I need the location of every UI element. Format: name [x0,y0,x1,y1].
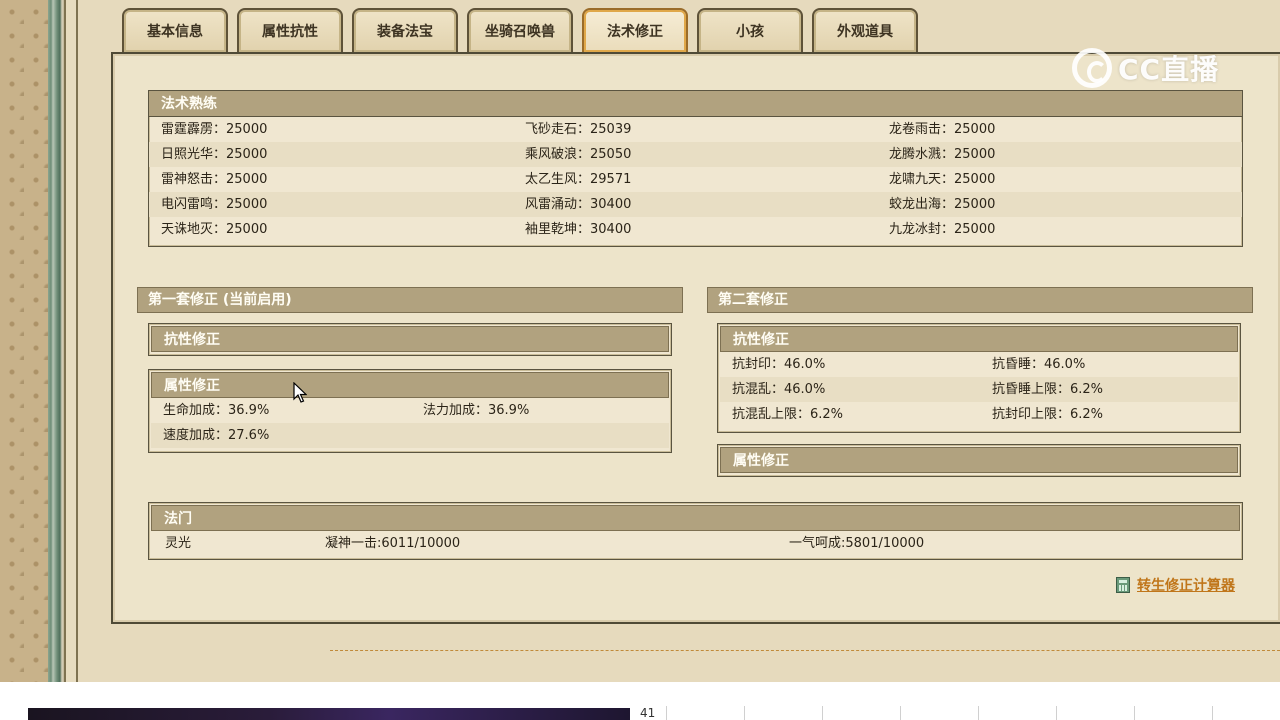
attr-entry: 法力加成：36.9% [423,403,530,418]
mouse-cursor-icon [293,381,308,408]
set1-resist-title: 抗性修正 [151,326,669,352]
page-number: 41 [640,706,656,720]
cc-live-watermark: CC直播 [1072,44,1244,92]
set1-resist-box: 抗性修正 [148,323,672,356]
spell-entry: 天诛地灭：25000 [161,222,268,237]
calculator-link-group[interactable]: 转生修正计算器 [1116,575,1235,595]
spell-entry: 日照光华：25000 [161,147,268,162]
set2-resist-row: 抗混乱上限：6.2% 抗封印上限：6.2% [720,402,1238,427]
tab-spell-correction[interactable]: 法术修正 [582,8,688,52]
spell-mastery-row: 雷霆霹雳：25000 飞砂走石：25039 龙卷雨击：25000 [149,117,1242,142]
cc-logo-icon [1072,48,1112,88]
spell-entry: 龙卷雨击：25000 [889,122,996,137]
spell-entry: 蛟龙出海：25000 [889,197,996,212]
famen-skill: 凝神一击:6011/10000 [325,536,461,551]
attr-entry [423,423,657,448]
spell-entry: 飞砂走石：25039 [525,122,632,137]
set2-resist-box: 抗性修正 抗封印：46.0% 抗昏睡：46.0% 抗混乱：46.0% 抗昏睡上限… [717,323,1241,433]
attr-entry: 速度加成：27.6% [163,428,270,443]
famen-title: 法门 [151,505,1240,531]
set1-attr-row: 速度加成：27.6% [151,423,669,448]
spell-entry: 太乙生风：29571 [525,172,632,187]
left-decorative-border [0,0,48,682]
set1-title: 第一套修正 (当前启用) [137,287,683,313]
spreadsheet-column-lines [666,706,1280,720]
tab-equipment[interactable]: 装备法宝 [352,8,458,52]
set1-attr-row: 生命加成：36.9% 法力加成：36.9% [151,398,669,423]
tab-attributes-resistance[interactable]: 属性抗性 [237,8,343,52]
tab-mounts-summons[interactable]: 坐骑召唤兽 [467,8,573,52]
set2-resist-row: 抗封印：46.0% 抗昏睡：46.0% [720,352,1238,377]
spell-entry: 风雷涌动：30400 [525,197,632,212]
resist-entry: 抗混乱上限：6.2% [732,407,844,422]
watermark-text: CC直播 [1118,53,1220,86]
spell-entry: 电闪雷鸣：25000 [161,197,268,212]
spell-entry: 雷霆霹雳：25000 [161,122,268,137]
famen-box: 法门 灵光 凝神一击:6011/10000 一气呵成:5801/10000 [148,502,1243,560]
tab-bar: 基本信息 属性抗性 装备法宝 坐骑召唤兽 法术修正 小孩 外观道具 [122,8,927,52]
resist-entry: 抗昏睡上限：6.2% [992,382,1104,397]
spell-entry: 乘风破浪：25050 [525,147,632,162]
tab-appearance-items[interactable]: 外观道具 [812,8,918,52]
spell-entry: 龙腾水溅：25000 [889,147,996,162]
left-frame-line [64,0,78,682]
spell-mastery-row: 雷神怒击：25000 太乙生风：29571 龙啸九天：25000 [149,167,1242,192]
spell-entry: 雷神怒击：25000 [161,172,268,187]
set2-attr-box: 属性修正 [717,444,1241,477]
resist-entry: 抗昏睡：46.0% [992,357,1086,372]
spell-mastery-title: 法术熟练 [149,91,1242,117]
calculator-link[interactable]: 转生修正计算器 [1137,575,1235,595]
spell-entry: 九龙冰封：25000 [889,222,996,237]
spell-mastery-box: 法术熟练 雷霆霹雳：25000 飞砂走石：25039 龙卷雨击：25000 日照… [148,90,1243,247]
famen-row: 灵光 凝神一击:6011/10000 一气呵成:5801/10000 [151,531,1240,556]
tab-children[interactable]: 小孩 [697,8,803,52]
calculator-icon[interactable] [1116,577,1130,593]
spell-mastery-row: 天诛地灭：25000 袖里乾坤：30400 九龙冰封：25000 [149,217,1242,242]
tab-basic-info[interactable]: 基本信息 [122,8,228,52]
set2-resist-title: 抗性修正 [720,326,1238,352]
set2-attr-title: 属性修正 [720,447,1238,473]
set1-attr-title: 属性修正 [151,372,669,398]
dashed-divider [330,650,1280,651]
video-thumbnail [28,708,630,720]
set2-resist-row: 抗混乱：46.0% 抗昏睡上限：6.2% [720,377,1238,402]
set2-title: 第二套修正 [707,287,1253,313]
spell-entry: 袖里乾坤：30400 [525,222,632,237]
spell-entry: 龙啸九天：25000 [889,172,996,187]
spell-mastery-row: 电闪雷鸣：25000 风雷涌动：30400 蛟龙出海：25000 [149,192,1242,217]
spell-mastery-row: 日照光华：25000 乘风破浪：25050 龙腾水溅：25000 [149,142,1242,167]
famen-name: 灵光 [165,536,192,551]
resist-entry: 抗封印上限：6.2% [992,407,1104,422]
set1-attr-box: 属性修正 生命加成：36.9% 法力加成：36.9% 速度加成：27.6% [148,369,672,453]
resist-entry: 抗混乱：46.0% [732,382,826,397]
resist-entry: 抗封印：46.0% [732,357,826,372]
left-stripe [48,0,64,682]
famen-skill: 一气呵成:5801/10000 [789,536,925,551]
